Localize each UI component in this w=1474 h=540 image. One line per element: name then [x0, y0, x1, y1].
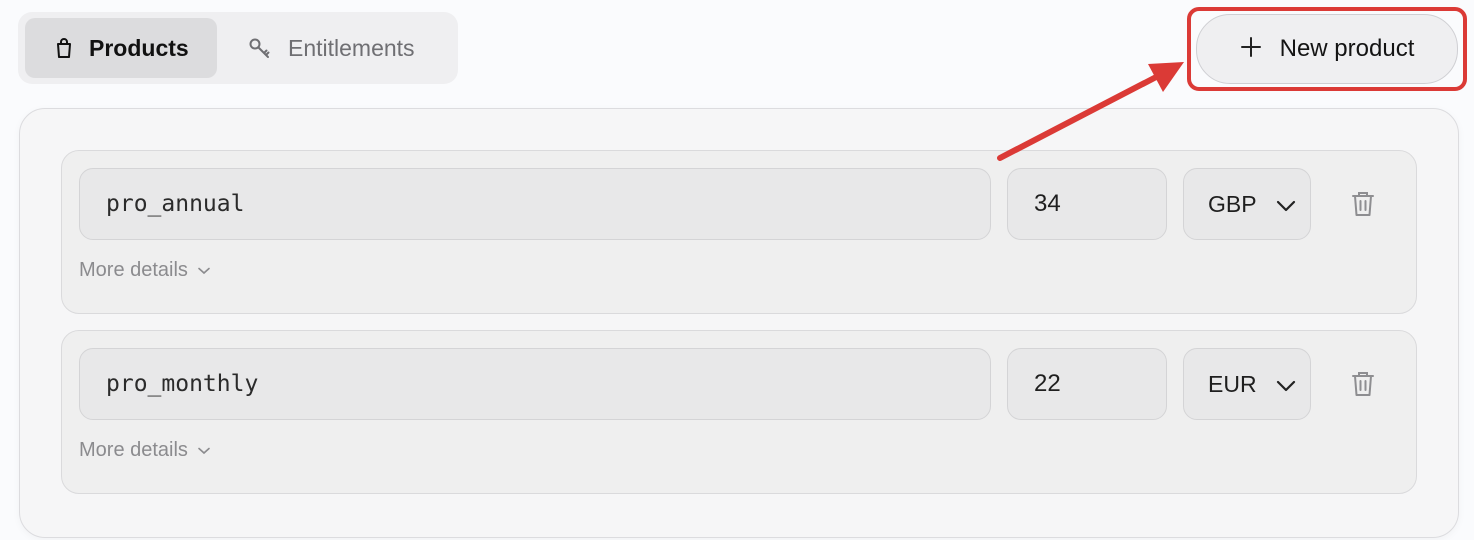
more-details-toggle[interactable]: More details [79, 439, 210, 462]
product-price-value: 22 [1034, 370, 1061, 397]
product-name-value: pro_annual [106, 191, 245, 217]
new-product-button[interactable]: New product [1196, 14, 1458, 84]
product-price-input[interactable]: 34 [1007, 168, 1167, 240]
chevron-down-icon [1276, 371, 1296, 398]
tab-products[interactable]: Products [25, 18, 217, 78]
more-details-label: More details [79, 259, 188, 281]
tab-entitlements[interactable]: Entitlements [244, 18, 454, 78]
product-name-input[interactable]: pro_monthly [79, 348, 991, 420]
product-card: pro_annual 34 GBP More details [61, 150, 1417, 314]
currency-value: GBP [1208, 190, 1257, 217]
chevron-down-icon [198, 447, 210, 455]
new-product-label: New product [1279, 35, 1415, 62]
delete-icon[interactable] [1349, 189, 1377, 219]
product-name-value: pro_monthly [106, 371, 259, 397]
product-price-input[interactable]: 22 [1007, 348, 1167, 420]
more-details-toggle[interactable]: More details [79, 259, 210, 282]
currency-value: EUR [1208, 370, 1257, 397]
product-card: pro_monthly 22 EUR More details [61, 330, 1417, 494]
more-details-label: More details [79, 439, 188, 461]
plus-icon [1240, 32, 1262, 66]
currency-select[interactable]: GBP [1183, 168, 1311, 240]
tab-entitlements-label: Entitlements [288, 34, 415, 61]
tab-products-label: Products [89, 34, 189, 61]
shopping-bag-icon [55, 37, 73, 59]
product-name-input[interactable]: pro_annual [79, 168, 991, 240]
chevron-down-icon [1276, 191, 1296, 218]
delete-icon[interactable] [1349, 369, 1377, 399]
key-icon [248, 37, 272, 59]
tab-bar: Products Entitlements [18, 12, 458, 84]
currency-select[interactable]: EUR [1183, 348, 1311, 420]
chevron-down-icon [198, 267, 210, 275]
product-price-value: 34 [1034, 190, 1061, 217]
